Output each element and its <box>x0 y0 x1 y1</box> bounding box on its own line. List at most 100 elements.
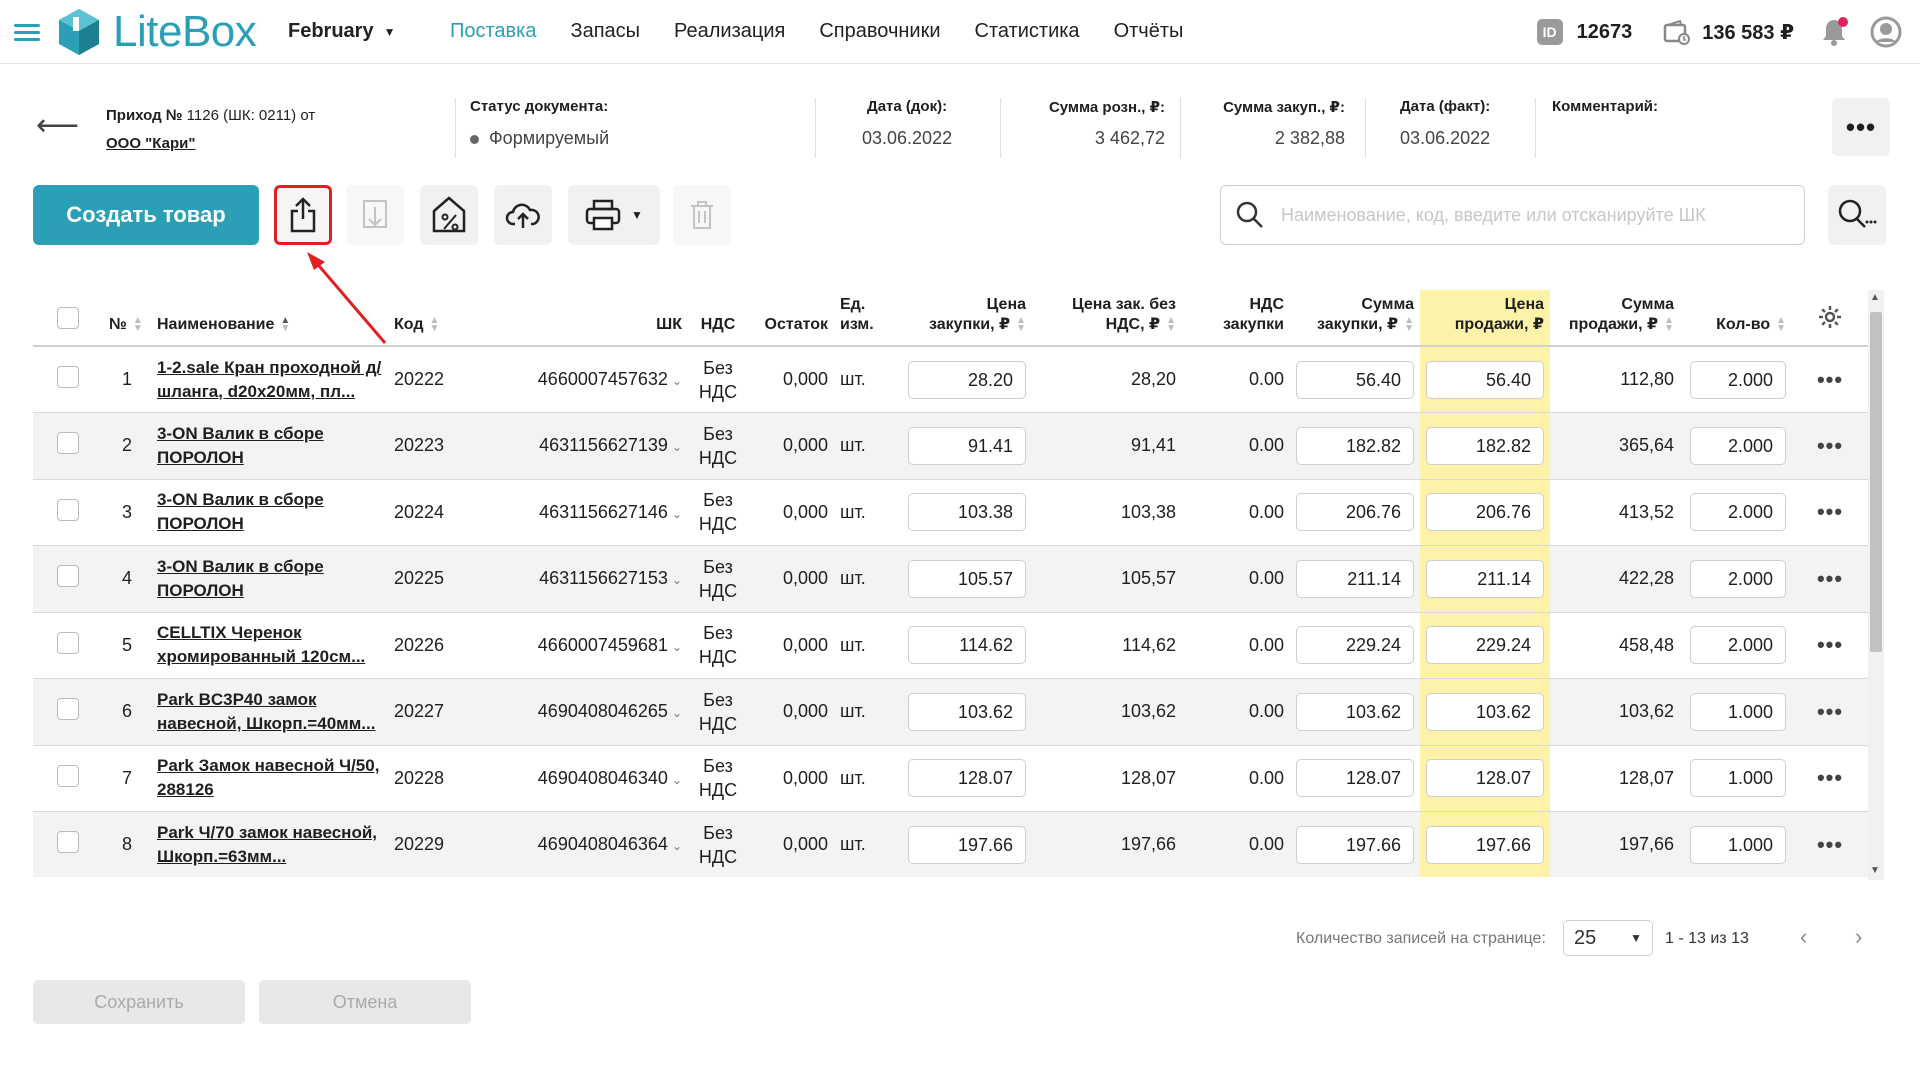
sum-purchase-cell[interactable]: 128.07 <box>1290 745 1420 812</box>
nav-item-sales[interactable]: Реализация <box>674 20 785 43</box>
nav-item-statistics[interactable]: Статистика <box>975 20 1080 43</box>
price-purchase-input[interactable]: 103.38 <box>908 493 1026 532</box>
qty-input[interactable]: 2.000 <box>1690 426 1786 465</box>
search-field[interactable] <box>1220 185 1805 245</box>
table-row[interactable]: 23-ON Валик в сборе ПОРОЛОН БЕСШОВНЫЙ...… <box>33 412 1868 480</box>
price-sale-cell[interactable]: 56.40 <box>1420 346 1550 413</box>
qty-cell[interactable]: 2.000 <box>1680 612 1792 679</box>
row-select-cell[interactable] <box>33 678 103 746</box>
row-checkbox[interactable] <box>57 498 79 521</box>
table-scrollbar[interactable]: ▲ ▼ <box>1868 290 1884 880</box>
qty-input[interactable]: 1.000 <box>1690 692 1786 731</box>
qty-cell[interactable]: 2.000 <box>1680 545 1792 613</box>
qty-input[interactable]: 1.000 <box>1690 759 1786 798</box>
bell-icon[interactable] <box>1820 17 1848 47</box>
row-checkbox[interactable] <box>57 764 79 787</box>
per-page-select[interactable]: 25 ▼ <box>1563 920 1653 956</box>
row-more-icon[interactable]: ••• <box>1792 678 1868 746</box>
col-num[interactable]: № ▲ ▼ <box>103 290 151 347</box>
cancel-button[interactable]: Отмена <box>259 980 471 1024</box>
sum-purchase-cell[interactable]: 103.62 <box>1290 678 1420 746</box>
price-sale-input[interactable]: 182.82 <box>1426 426 1544 465</box>
chevron-down-icon[interactable]: ⌄ <box>672 374 682 388</box>
price-purchase-input[interactable]: 197.66 <box>908 825 1026 864</box>
row-select-cell[interactable] <box>33 612 103 679</box>
price-purchase-cell[interactable]: 197.66 <box>902 811 1032 877</box>
barcode-cell[interactable]: 4690408046265 ⌄ <box>483 678 688 746</box>
barcode-cell[interactable]: 4631156627153 ⌄ <box>483 545 688 613</box>
document-more-button[interactable]: ••• <box>1832 98 1890 156</box>
barcode-cell[interactable]: 4631156627139 ⌄ <box>483 412 688 480</box>
scroll-thumb[interactable] <box>1870 312 1882 652</box>
table-row[interactable]: 8 Park Ч/70 замок навесной, Шкорп.=63мм..… <box>33 811 1868 877</box>
price-sale-input[interactable]: 211.14 <box>1426 559 1544 598</box>
row-more-icon[interactable]: ••• <box>1792 479 1868 546</box>
col-code[interactable]: Код ▲ ▼ <box>388 290 483 347</box>
sum-purchase-cell[interactable]: 182.82 <box>1290 412 1420 480</box>
sum-purchase-cell[interactable]: 56.40 <box>1290 346 1420 413</box>
advanced-search-button[interactable] <box>1828 185 1886 245</box>
select-all-header[interactable] <box>33 290 103 347</box>
price-sale-input[interactable]: 56.40 <box>1426 360 1544 399</box>
price-sale-cell[interactable]: 182.82 <box>1420 412 1550 480</box>
product-name-link[interactable]: Park Ч/70 замок навесной, Шкорп.=63мм... <box>151 811 388 877</box>
product-name-link[interactable]: Park Замок навесной Ч/50, 288126 <box>151 745 388 812</box>
price-purchase-cell[interactable]: 91.41 <box>902 412 1032 480</box>
qty-cell[interactable]: 2.000 <box>1680 346 1792 413</box>
date-fact-field[interactable]: Дата (факт): 03.06.2022 <box>1400 98 1490 149</box>
price-sale-cell[interactable]: 128.07 <box>1420 745 1550 812</box>
col-price-purchase[interactable]: Цена закупки, ₽ ▲ ▼ <box>902 290 1032 347</box>
nav-item-reports[interactable]: Отчёты <box>1114 20 1184 43</box>
row-select-cell[interactable] <box>33 545 103 613</box>
price-purchase-input[interactable]: 105.57 <box>908 559 1026 598</box>
delete-button[interactable] <box>673 185 731 245</box>
row-checkbox[interactable] <box>57 565 79 588</box>
product-name-link[interactable]: 3-ON Валик в сборе ПОРОЛОН БЕСШОВНЫЙ... <box>151 479 388 546</box>
row-more-icon[interactable]: ••• <box>1792 545 1868 613</box>
comment-field[interactable]: Комментарий: <box>1552 98 1658 128</box>
row-select-cell[interactable] <box>33 811 103 877</box>
nav-item-stock[interactable]: Запасы <box>571 20 641 43</box>
barcode-cell[interactable]: 4690408046340 ⌄ <box>483 745 688 812</box>
prev-page-icon[interactable]: ‹ <box>1800 924 1807 950</box>
price-sale-cell[interactable]: 197.66 <box>1420 811 1550 877</box>
barcode-cell[interactable]: 4690408046364 ⌄ <box>483 811 688 877</box>
search-input[interactable] <box>1281 204 1804 226</box>
logo[interactable]: LiteBox <box>55 6 257 58</box>
date-doc-field[interactable]: Дата (док): 03.06.2022 <box>862 98 952 149</box>
print-button[interactable]: ▼ <box>568 185 660 245</box>
row-checkbox[interactable] <box>57 366 79 388</box>
product-name[interactable]: Park Замок навесной Ч/50, 288126 <box>157 754 382 802</box>
qty-input[interactable]: 2.000 <box>1690 626 1786 665</box>
sum-purchase-cell[interactable]: 206.76 <box>1290 479 1420 546</box>
price-sale-input[interactable]: 206.76 <box>1426 493 1544 532</box>
row-checkbox[interactable] <box>57 698 79 721</box>
price-purchase-input[interactable]: 103.62 <box>908 692 1026 731</box>
period-selector[interactable]: February ▼ <box>288 20 395 43</box>
qty-cell[interactable]: 2.000 <box>1680 479 1792 546</box>
chevron-down-icon[interactable]: ⌄ <box>672 640 682 654</box>
row-checkbox[interactable] <box>57 831 79 854</box>
export-button[interactable] <box>274 185 332 245</box>
row-more-icon[interactable]: ••• <box>1792 412 1868 480</box>
price-purchase-input[interactable]: 128.07 <box>908 759 1026 798</box>
col-name[interactable]: Наименование ▲ ▼ <box>151 290 388 347</box>
nav-item-supply[interactable]: Поставка <box>450 20 537 43</box>
row-select-cell[interactable] <box>33 346 103 413</box>
price-sale-input[interactable]: 128.07 <box>1426 759 1544 798</box>
sum-purchase-input[interactable]: 206.76 <box>1296 493 1414 532</box>
price-purchase-input[interactable]: 114.62 <box>908 626 1026 665</box>
row-select-cell[interactable] <box>33 479 103 546</box>
nav-item-directories[interactable]: Справочники <box>819 20 940 43</box>
sum-purchase-input[interactable]: 103.62 <box>1296 692 1414 731</box>
product-name-link[interactable]: 3-ON Валик в сборе ПОРОЛОН БЕСШОВНЫЙ... <box>151 412 388 480</box>
price-sale-cell[interactable]: 103.62 <box>1420 678 1550 746</box>
chevron-down-icon[interactable]: ⌄ <box>672 440 682 454</box>
barcode-cell[interactable]: 4660007457632 ⌄ <box>483 346 688 413</box>
product-name[interactable]: 3-ON Валик в сборе ПОРОЛОН БЕСШОВНЫЙ... <box>157 488 382 536</box>
create-product-button[interactable]: Создать товар <box>33 185 259 245</box>
barcode-cell[interactable]: 4660007459681 ⌄ <box>483 612 688 679</box>
menu-icon[interactable] <box>14 24 40 42</box>
qty-input[interactable]: 1.000 <box>1690 825 1786 864</box>
price-purchase-cell[interactable]: 105.57 <box>902 545 1032 613</box>
